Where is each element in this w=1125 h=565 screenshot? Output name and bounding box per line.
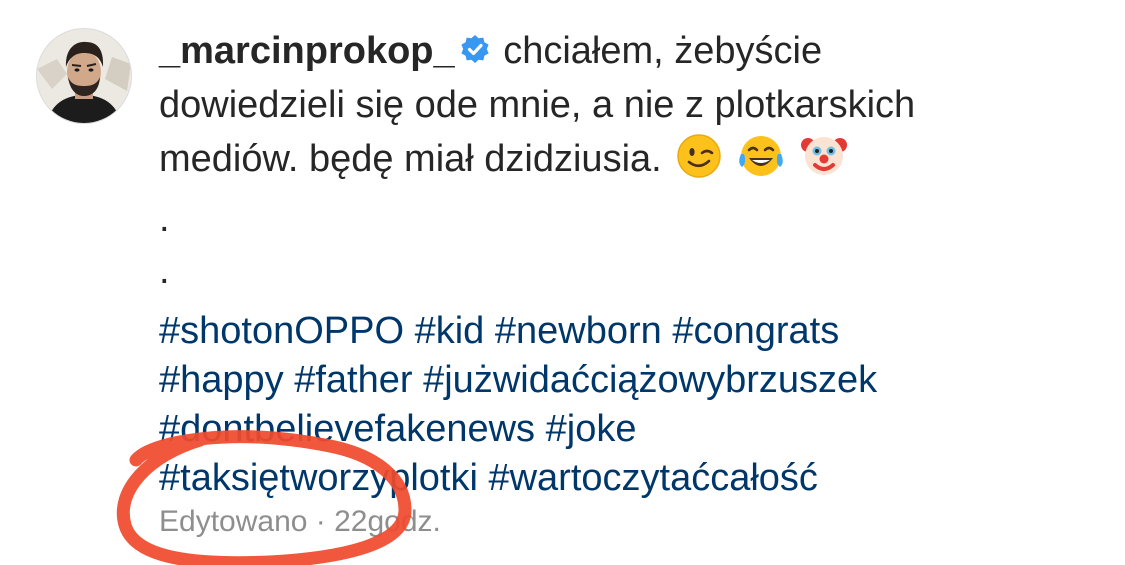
hashtag-link[interactable]: #wartoczytaćcałość [488, 457, 817, 499]
winking-face-emoji [676, 133, 722, 193]
caption-text-3: mediów. będę miał dzidziusia. [159, 138, 662, 180]
hashtag-link[interactable]: #jużwidaćciążowybrzuszek [423, 359, 877, 401]
hashtag-link[interactable]: #dontbelievefakenews [159, 408, 535, 450]
caption-text-1: chciałem, żebyście [503, 30, 823, 72]
hashtag-link[interactable]: #newborn [495, 310, 662, 352]
verified-badge-icon [459, 29, 491, 80]
caption-dot-1: . [159, 198, 170, 240]
hashtag-list: #shotonOPPO #kid #newborn #congrats #hap… [159, 307, 1099, 503]
hashtag-link[interactable]: #kid [415, 310, 485, 352]
avatar[interactable] [37, 29, 131, 123]
hashtag-line-1: #shotonOPPO #kid #newborn #congrats [159, 307, 1099, 356]
caption-line-3: mediów. będę miał dzidziusia. [159, 131, 1099, 193]
instagram-comment: _marcinprokop_ chciałem, żebyście dowied… [0, 0, 1125, 565]
tears-of-joy-emoji [736, 133, 786, 193]
hashtag-link[interactable]: #father [294, 359, 412, 401]
clown-face-emoji [800, 131, 848, 193]
comment-meta: Edytowano · 22godz. [159, 505, 441, 539]
comment-caption: _marcinprokop_ chciałem, żebyście dowied… [159, 26, 1099, 503]
caption-first-line: _marcinprokop_ chciałem, żebyście [159, 26, 1099, 80]
meta-separator: · [315, 505, 326, 538]
hashtag-link[interactable]: #shotonOPPO [159, 310, 404, 352]
hashtag-line-4: #taksiętworzyplotki #wartoczytaćcałość [159, 454, 1099, 503]
hashtag-link[interactable]: #congrats [672, 310, 839, 352]
username-link[interactable]: _marcinprokop_ [159, 30, 455, 72]
hashtag-link[interactable]: #joke [546, 408, 637, 450]
hashtag-link[interactable]: #taksiętworzyplotki [159, 457, 478, 499]
edited-label: Edytowano [159, 505, 308, 538]
hashtag-line-3: #dontbelievefakenews #joke [159, 405, 1099, 454]
timestamp[interactable]: 22godz. [334, 505, 441, 538]
avatar-image [37, 29, 131, 123]
hashtag-line-2: #happy #father #jużwidaćciążowybrzuszek [159, 356, 1099, 405]
hashtag-link[interactable]: #happy [159, 359, 284, 401]
caption-dot-2: . [159, 250, 170, 292]
caption-text-2: dowiedzieli się ode mnie, a nie z plotka… [159, 84, 916, 126]
